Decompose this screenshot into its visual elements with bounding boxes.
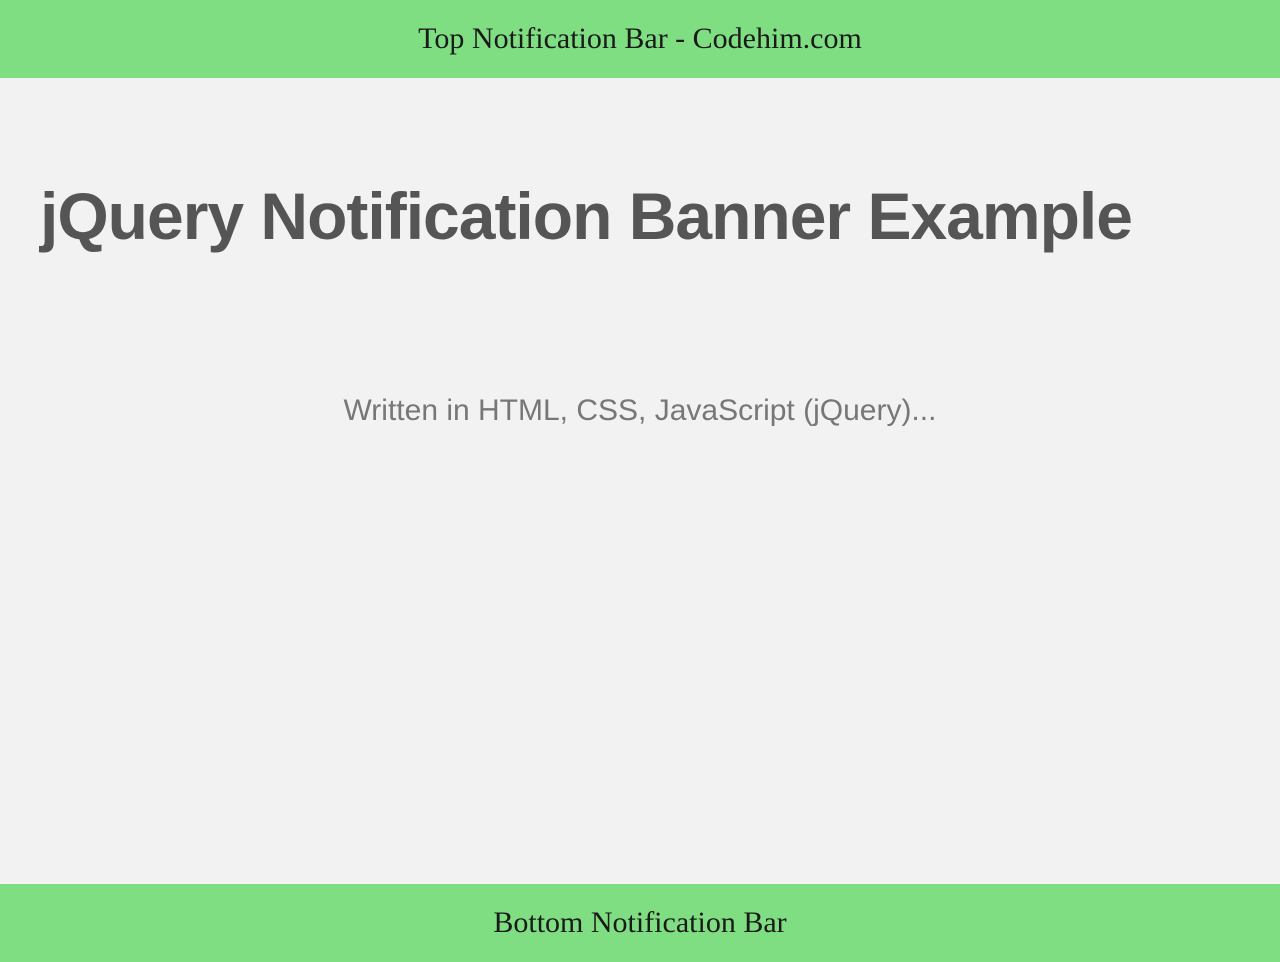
page-heading: jQuery Notification Banner Example (40, 178, 1240, 254)
top-notification-bar[interactable]: Top Notification Bar - Codehim.com (0, 0, 1280, 78)
page-subtitle: Written in HTML, CSS, JavaScript (jQuery… (40, 394, 1240, 428)
bottom-notification-bar[interactable]: Bottom Notification Bar (0, 884, 1280, 962)
bottom-bar-text: Bottom Notification Bar (493, 906, 786, 939)
top-bar-text: Top Notification Bar - Codehim.com (418, 22, 862, 55)
main-content: jQuery Notification Banner Example Writt… (0, 78, 1280, 428)
